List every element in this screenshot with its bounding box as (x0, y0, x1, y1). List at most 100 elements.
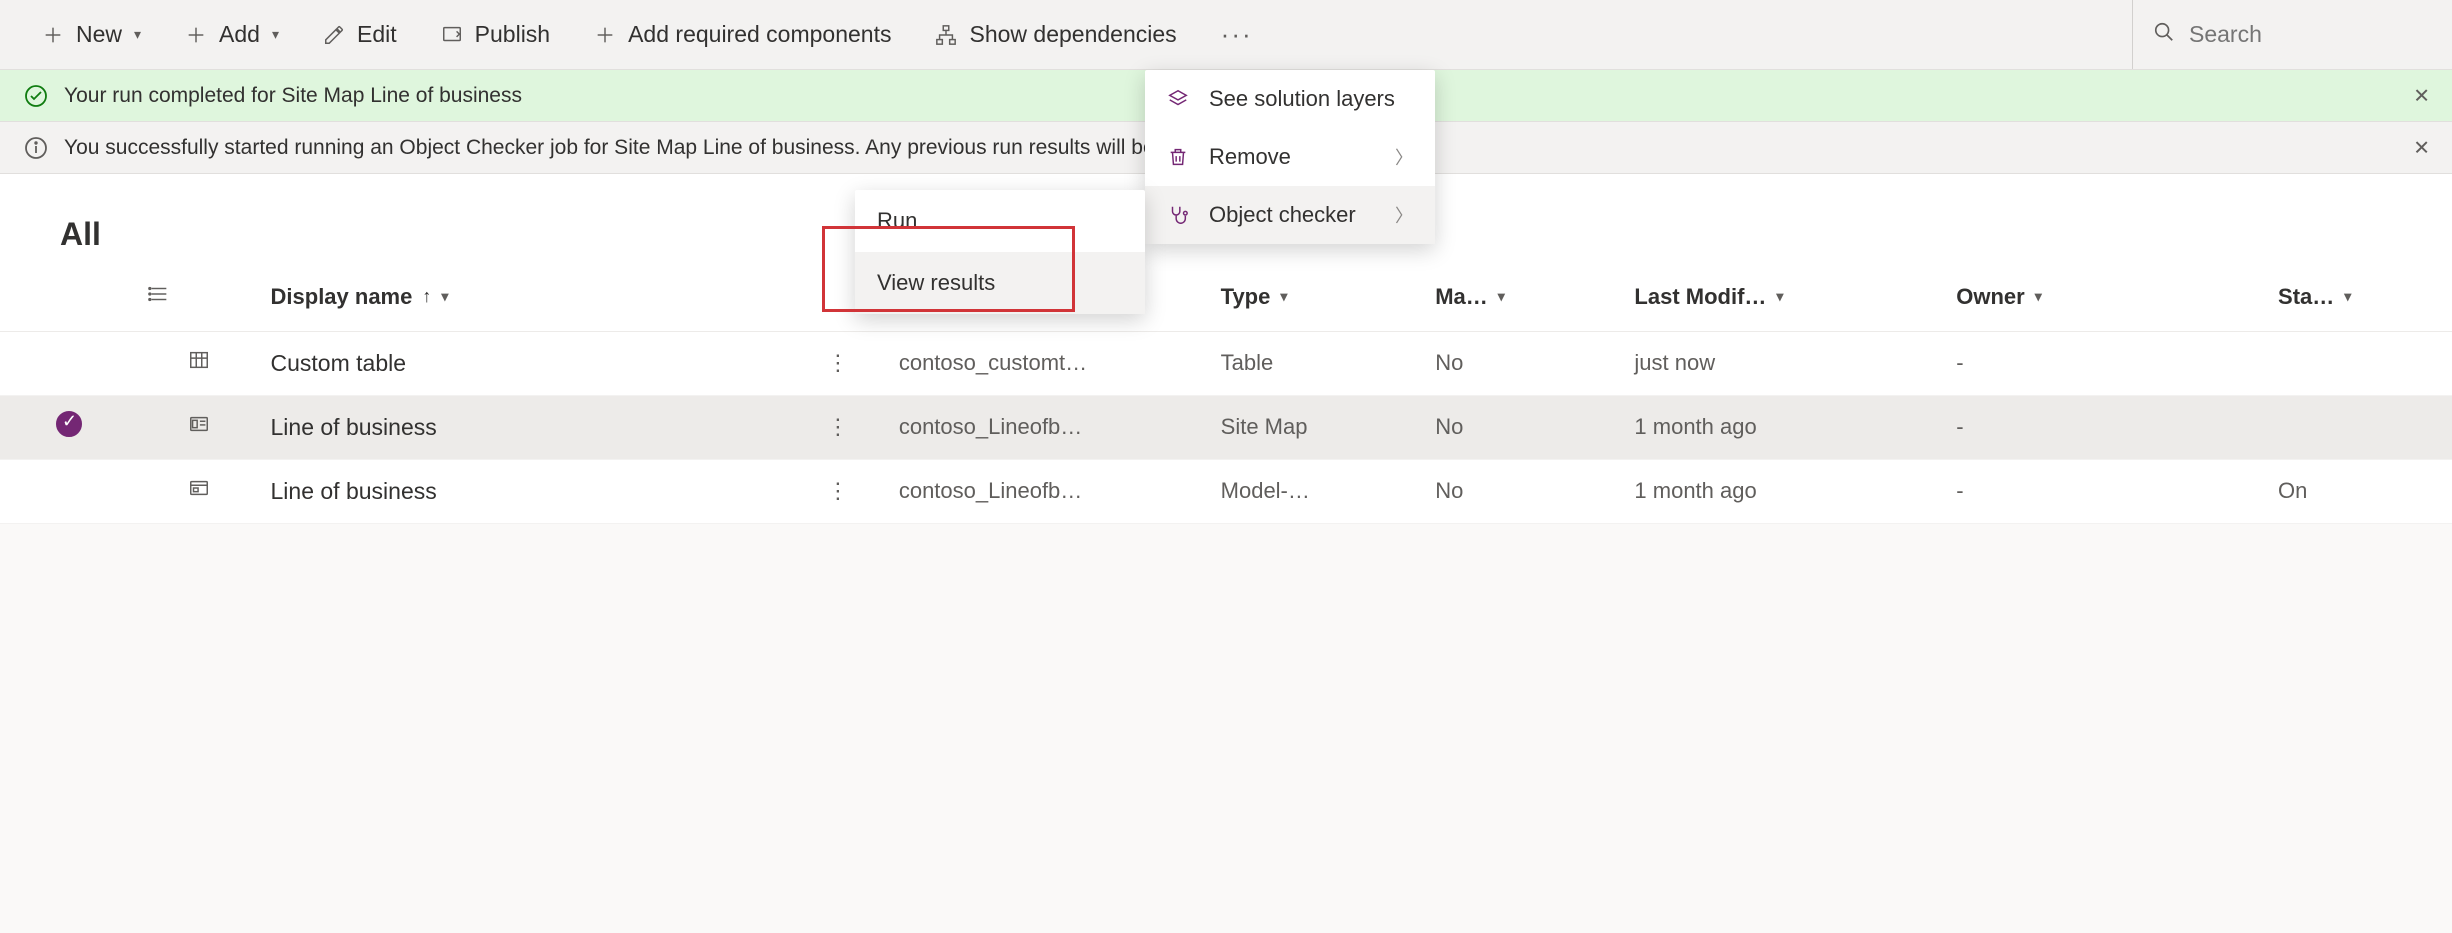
chevron-down-icon: ▾ (134, 26, 141, 43)
column-label: Ma… (1435, 284, 1488, 310)
column-owner-header[interactable]: Owner ▾ (1946, 263, 2268, 331)
column-label: Display name (271, 284, 413, 310)
add-required-label: Add required components (628, 21, 891, 48)
publish-button[interactable]: Publish (419, 0, 572, 69)
show-dependencies-label: Show dependencies (969, 21, 1176, 48)
row-name: contoso_Lineofb… (899, 478, 1082, 503)
sort-ascending-icon: ↑ (422, 286, 431, 307)
column-status-header[interactable]: Sta… ▾ (2268, 263, 2452, 331)
chevron-right-icon: 〉 (1395, 202, 1413, 228)
row-managed: No (1435, 350, 1463, 375)
table-row[interactable]: Line of business ⋮ contoso_Lineofb… Mode… (0, 459, 2452, 523)
row-type-icon (188, 349, 210, 371)
chevron-down-icon: ▾ (2344, 288, 2351, 305)
command-bar: New ▾ Add ▾ Edit Publish Add required co… (0, 0, 2452, 70)
pencil-icon (323, 24, 345, 46)
column-label: Sta… (2278, 284, 2334, 310)
hierarchy-icon (935, 24, 957, 46)
row-displayname: Line of business (271, 414, 437, 441)
row-displayname: Line of business (271, 478, 437, 505)
table-row[interactable]: Line of business ⋮ contoso_Lineofb… Site… (0, 395, 2452, 459)
row-managed: No (1435, 414, 1463, 439)
menu-item-label: Remove (1209, 144, 1291, 170)
column-label: Type (1221, 284, 1271, 310)
add-label: Add (219, 21, 260, 48)
row-owner: - (1956, 350, 1963, 375)
plus-icon (594, 24, 616, 46)
row-type-icon (188, 413, 210, 435)
row-more-button[interactable]: ⋮ (815, 408, 861, 446)
row-owner: - (1956, 478, 1963, 503)
row-status: On (2278, 478, 2307, 503)
trash-icon (1167, 146, 1191, 168)
plus-icon (185, 24, 207, 46)
column-label: Owner (1956, 284, 2024, 310)
layers-icon (1167, 88, 1191, 110)
column-managed-header[interactable]: Ma… ▾ (1425, 263, 1624, 331)
remove-item[interactable]: Remove 〉 (1145, 128, 1435, 186)
stethoscope-icon (1167, 204, 1191, 226)
close-icon[interactable]: ✕ (2413, 83, 2430, 108)
table-row[interactable]: Custom table ⋮ contoso_customt… Table No… (0, 331, 2452, 395)
menu-item-label: View results (877, 270, 995, 296)
column-type-header[interactable]: Type ▾ (1211, 263, 1426, 331)
column-icon-header[interactable] (138, 263, 261, 331)
row-more-button[interactable]: ⋮ (815, 344, 861, 382)
chevron-right-icon: 〉 (1395, 144, 1413, 170)
row-modified: just now (1634, 350, 1715, 375)
row-type: Site Map (1221, 414, 1308, 439)
menu-item-label: See solution layers (1209, 86, 1395, 112)
column-modified-header[interactable]: Last Modif… ▾ (1624, 263, 1946, 331)
list-icon (148, 283, 170, 305)
search-icon (2153, 21, 2175, 49)
chevron-down-icon: ▾ (1280, 288, 1287, 305)
row-displayname: Custom table (271, 350, 407, 377)
row-type: Model-… (1221, 478, 1310, 503)
row-managed: No (1435, 478, 1463, 503)
column-label: Last Modif… (1634, 284, 1766, 310)
table-header-row: Display name ↑ ▾ Name▾ Type▾ Ma…▾ Last M… (0, 263, 2452, 331)
notification-success-text: Your run completed for Site Map Line of … (64, 84, 522, 108)
search-input[interactable] (2189, 21, 2402, 48)
row-modified: 1 month ago (1634, 414, 1756, 439)
row-name: contoso_customt… (899, 350, 1087, 375)
add-button[interactable]: Add ▾ (163, 0, 301, 69)
object-checker-submenu: Run View results (855, 190, 1145, 314)
row-name: contoso_Lineofb… (899, 414, 1082, 439)
close-icon[interactable]: ✕ (2413, 135, 2430, 160)
row-modified: 1 month ago (1634, 478, 1756, 503)
edit-button[interactable]: Edit (301, 0, 419, 69)
menu-item-label: Object checker (1209, 202, 1356, 228)
see-solution-layers-item[interactable]: See solution layers (1145, 70, 1435, 128)
info-circle-icon (24, 136, 48, 160)
run-item[interactable]: Run (855, 190, 1145, 252)
more-commands-button[interactable]: ··· (1199, 0, 1275, 69)
add-required-button[interactable]: Add required components (572, 0, 913, 69)
row-checkbox[interactable] (56, 411, 82, 437)
publish-label: Publish (475, 21, 550, 48)
check-circle-icon (24, 84, 48, 108)
menu-item-label: Run (877, 208, 917, 234)
chevron-down-icon: ▾ (1498, 288, 1505, 305)
notification-info-text: You successfully started running an Obje… (64, 136, 1267, 160)
column-displayname-header[interactable]: Display name ↑ ▾ (261, 263, 889, 331)
row-type: Table (1221, 350, 1274, 375)
row-more-button[interactable]: ⋮ (815, 472, 861, 510)
plus-icon (42, 24, 64, 46)
object-checker-item[interactable]: Object checker 〉 (1145, 186, 1435, 244)
components-table: Display name ↑ ▾ Name▾ Type▾ Ma…▾ Last M… (0, 263, 2452, 524)
publish-icon (441, 24, 463, 46)
edit-label: Edit (357, 21, 397, 48)
row-owner: - (1956, 414, 1963, 439)
chevron-down-icon: ▾ (441, 288, 448, 305)
new-button[interactable]: New ▾ (20, 0, 163, 69)
more-menu-popover: See solution layers Remove 〉 Object chec… (1145, 70, 1435, 244)
chevron-down-icon: ▾ (2035, 288, 2042, 305)
show-dependencies-button[interactable]: Show dependencies (913, 0, 1198, 69)
view-results-item[interactable]: View results (855, 252, 1145, 314)
row-type-icon (188, 477, 210, 499)
new-label: New (76, 21, 122, 48)
chevron-down-icon: ▾ (272, 26, 279, 43)
search-box[interactable] (2132, 0, 2432, 69)
chevron-down-icon: ▾ (1776, 288, 1783, 305)
